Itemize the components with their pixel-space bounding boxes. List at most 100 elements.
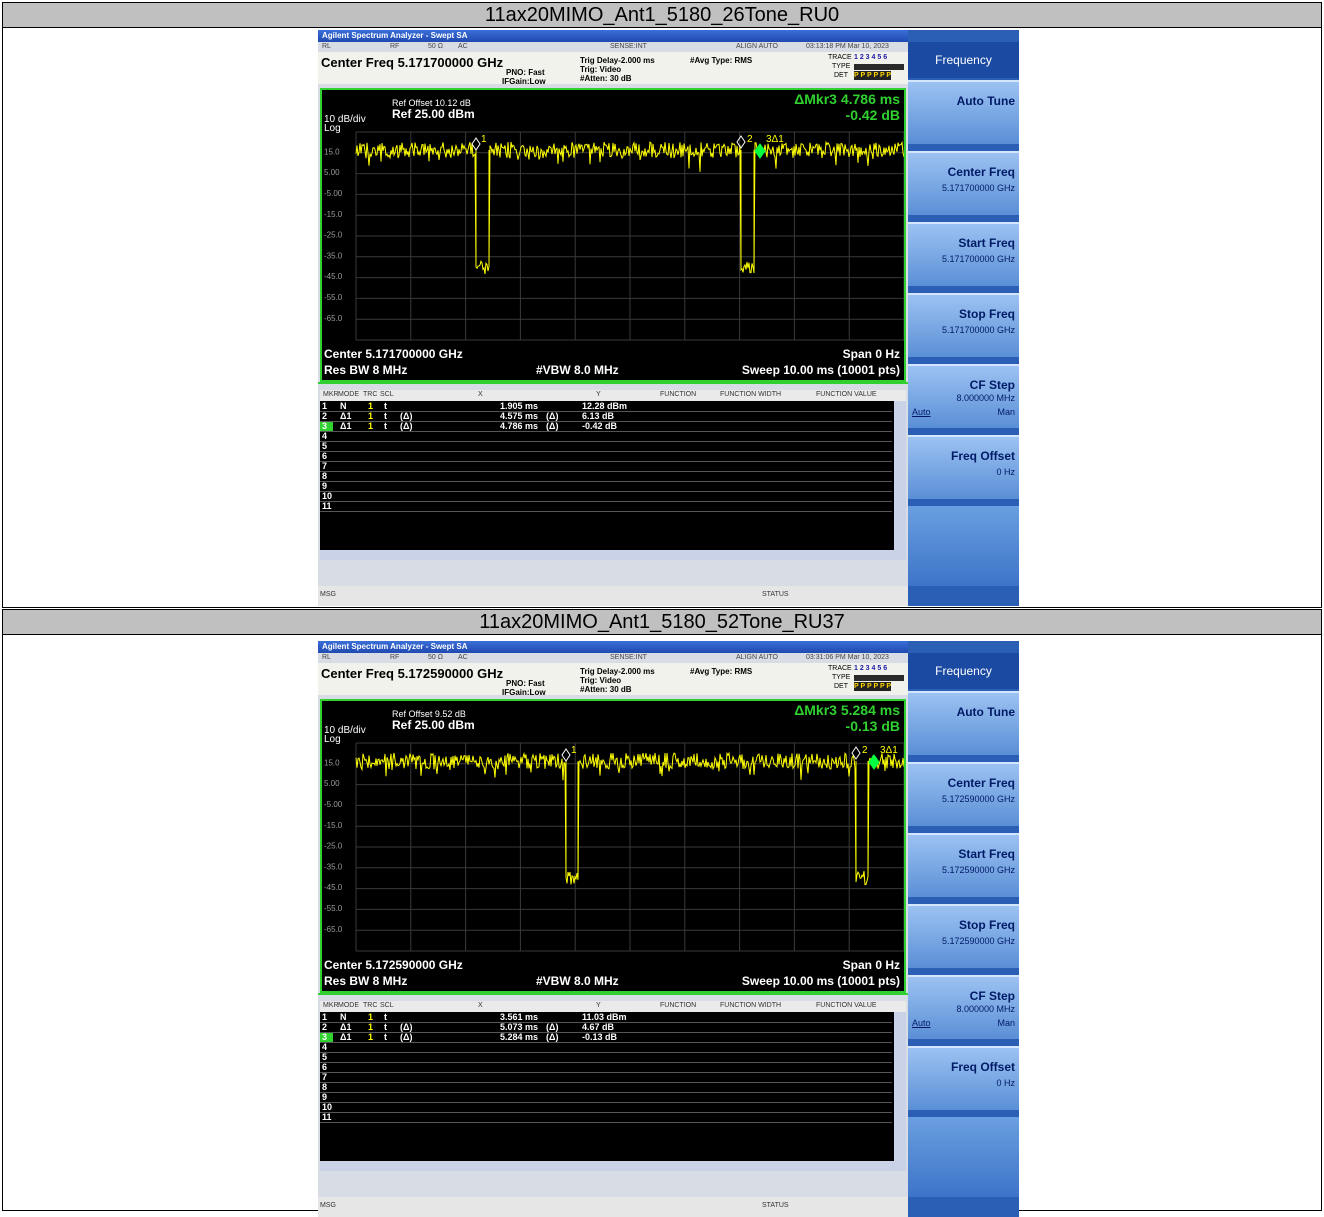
table-row[interactable]: 7 [320, 462, 892, 472]
col-mode: MODE [338, 1002, 359, 1009]
marker1-diamond [561, 748, 571, 762]
cell-mkr: 2 [322, 411, 328, 421]
cell-mkr: 1 [322, 1012, 328, 1022]
atten-label: #Atten: 30 dB [580, 74, 632, 83]
table-horizontal-scrollbar[interactable] [320, 1161, 906, 1171]
start-freq-button[interactable]: Start Freq 5.171700000 GHz [908, 222, 1019, 286]
trace-display: Ref Offset 9.52 dB Ref 25.00 dBm 10 dB/div… [320, 699, 906, 993]
table-row[interactable]: 6 [320, 1063, 892, 1073]
table-horizontal-scrollbar[interactable] [320, 550, 906, 560]
table-row[interactable]: 11 [320, 502, 892, 512]
y-tick-label: 15.0 [324, 147, 340, 156]
rl-indicator: RL [322, 43, 331, 50]
marker-table-header: MKR MODE TRC SCL X Y FUNCTION FUNCTION W… [320, 390, 906, 401]
cell-x: 4.786 ms [500, 421, 539, 431]
cell-mkr: 3 [322, 421, 328, 431]
col-scl: SCL [380, 391, 394, 398]
freq-offset-button[interactable]: Freq Offset 0 Hz [908, 435, 1019, 499]
cell-x-delta: (Δ) [546, 1032, 559, 1042]
table-row[interactable]: 11 [320, 1113, 892, 1123]
cf-step-label: CF Step [969, 989, 1015, 1003]
table-row[interactable]: 5 [320, 1053, 892, 1063]
stop-freq-button[interactable]: Stop Freq 5.172590000 GHz [908, 904, 1019, 968]
cf-man-option[interactable]: Man [997, 407, 1015, 417]
cell-x-delta: (Δ) [546, 411, 559, 421]
table-row[interactable]: 3 Δ1 1 t (Δ) 5.284 ms (Δ) -0.13 dB [320, 1033, 892, 1043]
cf-man-option[interactable]: Man [997, 1018, 1015, 1028]
section-header-text: 11ax20MIMO_Ant1_5180_26Tone_RU0 [484, 4, 840, 26]
marker2-label: 2 [747, 134, 753, 145]
spectrum-analyzer-window: Agilent Spectrum Analyzer - Swept SA RL … [318, 30, 1019, 606]
table-row[interactable]: 9 [320, 482, 892, 492]
coupling-indicator: AC [458, 654, 468, 661]
section-header: 11ax20MIMO_Ant1_5180_26Tone_RU0 [2, 2, 1322, 28]
cell-delta: (Δ) [400, 1032, 413, 1042]
table-row[interactable]: 7 [320, 1073, 892, 1083]
trig-delay-label: Trig Delay-2.000 ms [580, 56, 655, 65]
table-vertical-scrollbar[interactable] [894, 401, 906, 550]
marker1-diamond [471, 137, 481, 151]
table-vertical-scrollbar[interactable] [894, 1012, 906, 1161]
cell-y: -0.13 dB [582, 1032, 618, 1042]
y-tick-label: -15.0 [324, 821, 343, 830]
cell-mkr: 11 [322, 1112, 332, 1122]
ref-level-label: Ref 25.00 dBm [392, 107, 475, 121]
align-indicator: ALIGN AUTO [736, 43, 778, 50]
cell-delta: (Δ) [400, 411, 413, 421]
marker2-diamond [736, 135, 746, 149]
trace-info-box: TRACE 1 2 3 4 5 6 TYPE DET P P P P P P [820, 52, 906, 84]
table-row[interactable]: 8 [320, 1083, 892, 1093]
table-row[interactable]: 6 [320, 452, 892, 462]
start-freq-button[interactable]: Start Freq 5.172590000 GHz [908, 833, 1019, 897]
auto-tune-button[interactable]: Auto Tune [908, 691, 1019, 755]
cell-mkr: 10 [322, 491, 333, 501]
cell-mode: Δ1 [340, 411, 352, 421]
cf-auto-option[interactable]: Auto [912, 407, 931, 417]
center-freq-label: Center Freq [947, 165, 1015, 179]
table-row[interactable]: 8 [320, 472, 892, 482]
avg-type-label: #Avg Type: RMS [690, 667, 753, 676]
center-freq-label: Center Freq [947, 776, 1015, 790]
col-x: X [478, 391, 483, 398]
center-freq-button[interactable]: Center Freq 5.172590000 GHz [908, 762, 1019, 826]
display-bottom-bar [318, 382, 908, 384]
cf-step-button[interactable]: CF Step 8.000000 MHz Auto Man [908, 975, 1019, 1039]
col-function-value: FUNCTION VALUE [816, 1002, 877, 1009]
cf-auto-option[interactable]: Auto [912, 1018, 931, 1028]
col-function: FUNCTION [660, 1002, 697, 1009]
cell-mkr: 7 [322, 461, 328, 471]
y-tick-label: -55.0 [324, 904, 343, 913]
cell-mkr: 5 [322, 1052, 328, 1062]
cell-mkr: 9 [322, 1092, 328, 1102]
cell-y: 12.28 dBm [582, 401, 628, 411]
start-freq-label: Start Freq [958, 236, 1015, 250]
trace-graph: Ref Offset 9.52 dBRef 25.00 dBm10 dB/div… [324, 702, 904, 988]
marker-table: MKR MODE TRC SCL X Y FUNCTION FUNCTION W… [320, 390, 906, 560]
freq-offset-button[interactable]: Freq Offset 0 Hz [908, 1046, 1019, 1110]
table-row[interactable]: 4 [320, 1043, 892, 1053]
cell-scl: t [384, 411, 387, 421]
cell-mkr: 4 [322, 1042, 328, 1052]
vbw-label: #VBW 8.0 MHz [536, 363, 619, 377]
table-row[interactable]: 3 Δ1 1 t (Δ) 4.786 ms (Δ) -0.42 dB [320, 422, 892, 432]
stop-freq-button[interactable]: Stop Freq 5.171700000 GHz [908, 293, 1019, 357]
auto-tune-button[interactable]: Auto Tune [908, 80, 1019, 144]
cf-step-value: 8.000000 MHz [956, 1004, 1015, 1014]
table-row[interactable]: 10 [320, 1103, 892, 1113]
cf-step-button[interactable]: CF Step 8.000000 MHz Auto Man [908, 364, 1019, 428]
det-label: DET [834, 683, 848, 690]
trig-label: Trig: Video [580, 65, 622, 74]
table-row[interactable]: 5 [320, 442, 892, 452]
cell-mode: N [340, 401, 347, 411]
res-bw-label: Res BW 8 MHz [324, 974, 407, 988]
softkey-menu-title: Frequency [908, 42, 1019, 78]
center-freq-button[interactable]: Center Freq 5.171700000 GHz [908, 151, 1019, 215]
table-row[interactable]: 9 [320, 1093, 892, 1103]
cell-y: 4.67 dB [582, 1022, 615, 1032]
cell-x: 5.284 ms [500, 1032, 539, 1042]
cell-scl: t [384, 1032, 387, 1042]
table-row[interactable]: 4 [320, 432, 892, 442]
table-row[interactable]: 10 [320, 492, 892, 502]
cell-mkr: 7 [322, 1072, 328, 1082]
start-freq-value: 5.171700000 GHz [941, 254, 1015, 264]
